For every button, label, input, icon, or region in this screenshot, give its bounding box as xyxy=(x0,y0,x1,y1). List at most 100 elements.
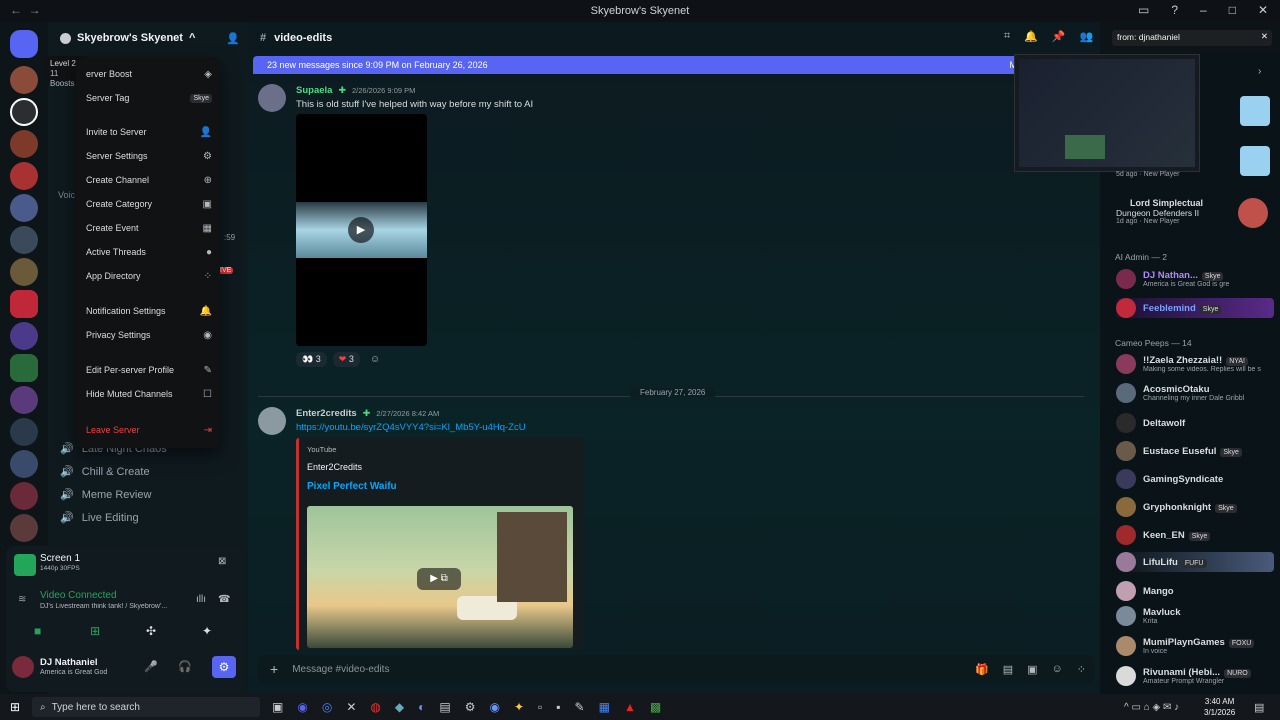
leave-server-item[interactable]: Leave Server ⇥ xyxy=(86,420,212,440)
sticker-icon[interactable]: ▣ xyxy=(1027,663,1037,676)
emoji-icon[interactable]: ☺ xyxy=(1052,663,1063,676)
minimize-button[interactable]: – xyxy=(1200,3,1207,17)
nav-arrows[interactable]: ← → xyxy=(10,3,41,17)
play-icon[interactable]: ▶ xyxy=(348,217,374,243)
close-icon[interactable]: ✕ xyxy=(1261,31,1268,42)
reaction-eyes[interactable]: 👀 3 xyxy=(296,352,327,367)
message-composer[interactable]: + Message #video-edits 🎁 ▤ ▣ ☺ ⁘ xyxy=(258,655,1094,683)
bell-icon[interactable]: 🔔 xyxy=(1024,30,1038,43)
play-icon[interactable]: ▶ ⧉ xyxy=(417,568,461,590)
app-icon[interactable]: ▦ xyxy=(599,700,610,714)
server-icon[interactable] xyxy=(10,514,38,542)
app-icon[interactable]: ✕ xyxy=(346,700,356,714)
server-icon-active[interactable] xyxy=(10,98,38,126)
member-item[interactable]: Mavluck Krita xyxy=(1116,606,1181,626)
disconnect-icon[interactable]: ☎ xyxy=(218,594,230,605)
server-tag-item[interactable]: Server Tag Skye xyxy=(86,88,212,108)
server-icon[interactable] xyxy=(10,354,38,382)
create-category-item[interactable]: Create Category ▣ xyxy=(86,194,212,214)
avatar[interactable] xyxy=(12,656,34,678)
create-channel-item[interactable]: Create Channel ⊕ xyxy=(86,170,212,190)
soundboard-icon[interactable]: ✦ xyxy=(202,624,212,638)
plus-icon[interactable]: + xyxy=(270,661,278,677)
member-item[interactable]: DJ Nathan... Skye America is Great God is … xyxy=(1116,269,1229,289)
headphones-icon[interactable]: 🎧 xyxy=(178,660,192,673)
hide-muted-item[interactable]: Hide Muted Channels ☐ xyxy=(86,384,212,404)
pin-icon[interactable]: 📌 xyxy=(1052,30,1066,43)
notification-settings-item[interactable]: Notification Settings 🔔 xyxy=(86,301,212,321)
voice-channel[interactable]: 🔊 Chill & Create xyxy=(60,465,150,479)
video-thumbnail[interactable]: ▶ ⧉ xyxy=(307,506,573,648)
member-item[interactable]: !!Zaela Zhezzaia!! NYA! Making some videos… xyxy=(1116,354,1271,374)
server-icon[interactable] xyxy=(10,226,38,254)
app-icon[interactable]: ▤ xyxy=(439,700,450,714)
settings-app-icon[interactable]: ⚙ xyxy=(465,700,476,714)
camera-icon[interactable]: ■ xyxy=(34,624,41,638)
privacy-settings-item[interactable]: Privacy Settings ◉ xyxy=(86,325,212,345)
taskbar-search[interactable]: ⌕ Type here to search xyxy=(32,697,260,717)
search-input[interactable]: from: djnathaniel ✕ xyxy=(1112,30,1272,46)
server-icon[interactable] xyxy=(10,418,38,446)
close-button[interactable]: ✕ xyxy=(1258,3,1268,17)
app-icon[interactable]: ▲ xyxy=(624,700,636,714)
clock[interactable]: 3:40 AM 3/1/2026 xyxy=(1204,696,1235,718)
windows-start-icon[interactable]: ⊞ xyxy=(10,700,20,714)
activities-icon[interactable]: ✣ xyxy=(146,624,156,638)
server-icon[interactable] xyxy=(10,194,38,222)
member-item[interactable]: Keen_EN Skye xyxy=(1116,525,1211,545)
share-screen-icon[interactable]: ⊞ xyxy=(90,624,100,638)
app-directory-item[interactable]: App Directory ⁘ xyxy=(86,266,212,286)
member-item[interactable]: Mango xyxy=(1116,581,1174,601)
inbox-icon[interactable]: ▭ xyxy=(1138,3,1149,17)
member-item[interactable]: Gryphonknight Skye xyxy=(1116,497,1237,517)
new-messages-bar[interactable]: 23 new messages since 9:09 PM on Februar… xyxy=(253,56,1023,74)
app-icon[interactable]: ✎ xyxy=(575,700,585,714)
server-icon[interactable] xyxy=(10,322,38,350)
gif-icon[interactable]: ▤ xyxy=(1003,663,1013,676)
embed-title[interactable]: Pixel Perfect Waifu xyxy=(307,481,397,492)
member-item[interactable]: Deltawolf xyxy=(1116,413,1185,433)
member-item[interactable]: Rivunami (Hebi... NURO Amateur Prompt Wran… xyxy=(1116,666,1251,686)
app-icon[interactable]: ▣ xyxy=(272,700,283,714)
member-item[interactable]: AcosmicOtaku Channeling my inner Dale Gri… xyxy=(1116,383,1244,403)
member-item[interactable]: LifuLifu FUFU xyxy=(1116,552,1274,572)
app-icon[interactable]: ▫ xyxy=(538,700,542,714)
app-tile-icon[interactable] xyxy=(1240,146,1270,176)
create-event-item[interactable]: Create Event ▦ xyxy=(86,218,212,238)
member-item[interactable]: Eustace Euseful Skye xyxy=(1116,441,1242,461)
notification-icon[interactable]: ▤ xyxy=(1254,701,1264,714)
message-author[interactable]: Supaela xyxy=(296,85,332,96)
avatar[interactable] xyxy=(258,407,286,435)
invite-item[interactable]: Invite to Server 👤 xyxy=(86,122,212,142)
gift-icon[interactable]: 🎁 xyxy=(975,663,989,676)
active-threads-item[interactable]: Active Threads ● xyxy=(86,242,212,262)
server-icon[interactable] xyxy=(10,290,38,318)
app-icon[interactable]: ▩ xyxy=(650,700,661,714)
threads-icon[interactable]: ⌗ xyxy=(1004,30,1010,43)
server-icon[interactable] xyxy=(10,130,38,158)
server-settings-item[interactable]: Server Settings ⚙ xyxy=(86,146,212,166)
avatar[interactable] xyxy=(258,84,286,112)
member-game-card[interactable]: Lord Simplectual Dungeon Defenders II 1d… xyxy=(1116,198,1236,225)
message-link[interactable]: https://youtu.be/syrZQ4sVYY4?si=Kl_Mb5Y-… xyxy=(296,422,526,433)
message-author[interactable]: Enter2credits xyxy=(296,408,357,419)
edit-profile-item[interactable]: Edit Per-server Profile ✎ xyxy=(86,360,212,380)
voice-channel[interactable]: 🔊 Live Editing xyxy=(60,511,139,525)
noise-icon[interactable]: ıllı xyxy=(196,594,206,605)
server-icon[interactable] xyxy=(10,162,38,190)
members-icon[interactable]: 👥 xyxy=(1080,30,1094,43)
app-icon[interactable]: ◆ xyxy=(395,700,404,714)
member-item[interactable]: GamingSyndicate xyxy=(1116,469,1223,489)
voice-channel[interactable]: 🔊 Meme Review xyxy=(60,488,151,502)
app-tile-icon[interactable] xyxy=(1240,96,1270,126)
server-icon[interactable] xyxy=(10,450,38,478)
discord-app-icon[interactable]: ◉ xyxy=(297,700,307,714)
server-icon[interactable] xyxy=(10,66,38,94)
app-icon[interactable]: ▪ xyxy=(556,700,560,714)
app-icon[interactable]: ◐ xyxy=(418,700,425,714)
server-icon[interactable] xyxy=(10,482,38,510)
app-icon[interactable]: ◍ xyxy=(370,700,380,714)
stop-share-icon[interactable]: ⊠ xyxy=(218,556,226,567)
member-item[interactable]: MumiPlaynGames FOXU In voice xyxy=(1116,636,1255,656)
maximize-button[interactable]: □ xyxy=(1229,3,1236,17)
